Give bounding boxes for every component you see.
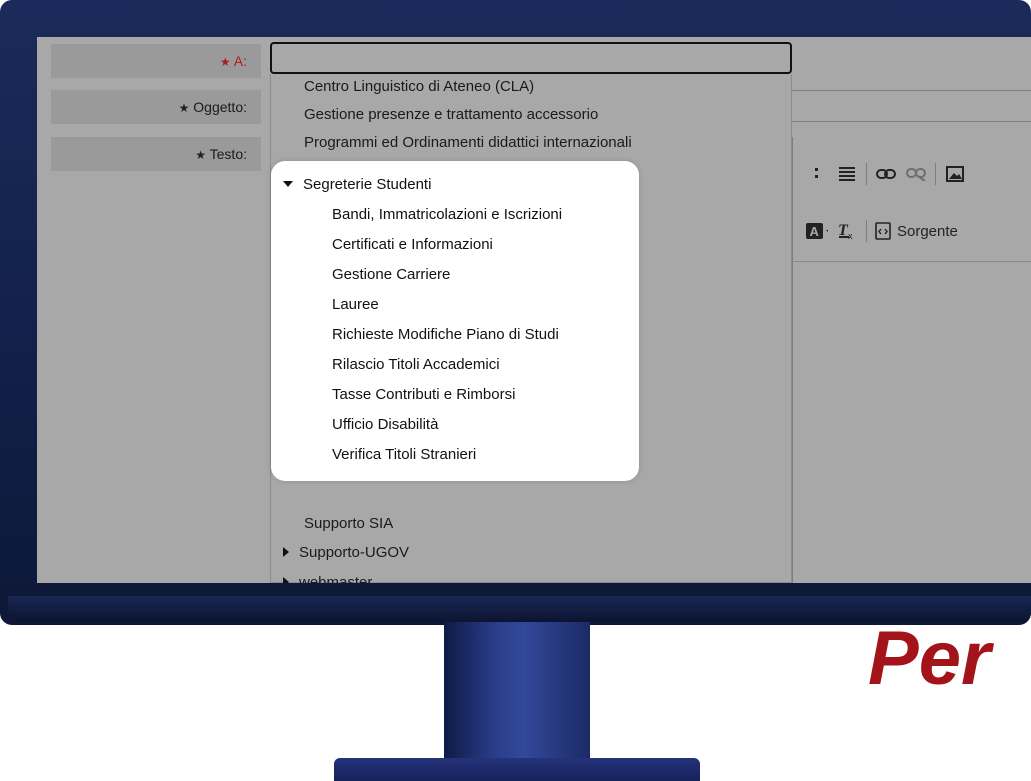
svg-text:x: x [848,231,853,240]
tree-child-item[interactable]: Certificati e Informazioni [332,230,493,260]
remove-format-icon[interactable]: Tx [836,220,858,242]
tree-child-item[interactable]: Lauree [332,290,379,320]
text-color-icon[interactable]: A [806,220,828,242]
editor-toolbar-row-1 [792,157,1031,191]
text-label: ★ Testo: [51,137,261,171]
monitor-stand-neck [444,622,590,762]
tree-group-segreterie-studenti[interactable]: Segreterie Studenti [283,170,431,200]
tree-item[interactable]: Gestione presenze e trattamento accessor… [304,100,598,130]
tree-group-webmaster[interactable]: webmaster [283,568,372,583]
brand-text: Per [868,616,991,701]
tree-child-item[interactable]: Ufficio Disabilità [332,410,438,440]
link-icon[interactable] [875,163,897,185]
tree-child-item[interactable]: Bandi, Immatricolazioni e Iscrizioni [332,200,562,230]
svg-text:A: A [810,224,820,239]
to-label: ★ A: [51,44,261,78]
monitor-stand-base [334,758,700,781]
toolbar-separator [866,163,867,185]
editor-toolbar-row-2: A Tx Sorgente [792,214,1031,248]
required-star-icon: ★ [178,101,190,115]
tree-child-item[interactable]: Richieste Modifiche Piano di Studi [332,320,559,350]
highlighted-group-panel: Segreterie Studenti Bandi, Immatricolazi… [271,161,639,481]
tree-child-item[interactable]: Tasse Contributi e Rimborsi [332,380,515,410]
subject-label: ★ Oggetto: [51,90,261,124]
tree-item[interactable]: Programmi ed Ordinamenti didattici inter… [304,128,632,158]
source-icon [875,222,891,240]
subject-input[interactable] [792,90,1031,122]
tree-group-supporto-ugov[interactable]: Supporto-UGOV [283,538,409,568]
source-button-label: Sorgente [897,222,958,240]
toolbar-separator [866,220,867,242]
image-icon[interactable] [944,163,966,185]
required-star-icon: ★ [195,148,206,162]
align-justify-icon[interactable] [836,163,858,185]
tree-item[interactable]: Centro Linguistico di Ateneo (CLA) [304,72,534,102]
tree-item[interactable]: Supporto SIA [304,509,393,539]
text-editor[interactable] [792,137,1031,583]
tree-child-item[interactable]: Gestione Carriere [332,260,450,290]
caret-right-icon[interactable] [283,577,289,583]
required-star-icon: ★ [219,55,231,69]
list-icon[interactable] [806,163,828,185]
caret-down-icon[interactable] [283,181,293,188]
recipient-input[interactable] [270,42,792,74]
unlink-icon[interactable] [905,163,927,185]
source-button[interactable]: Sorgente [875,222,958,240]
tree-child-item[interactable]: Rilascio Titoli Accademici [332,350,500,380]
toolbar-separator [935,163,936,185]
caret-right-icon[interactable] [283,547,289,558]
tree-child-item[interactable]: Verifica Titoli Stranieri [332,440,476,470]
editor-toolbar-divider [792,261,1031,262]
